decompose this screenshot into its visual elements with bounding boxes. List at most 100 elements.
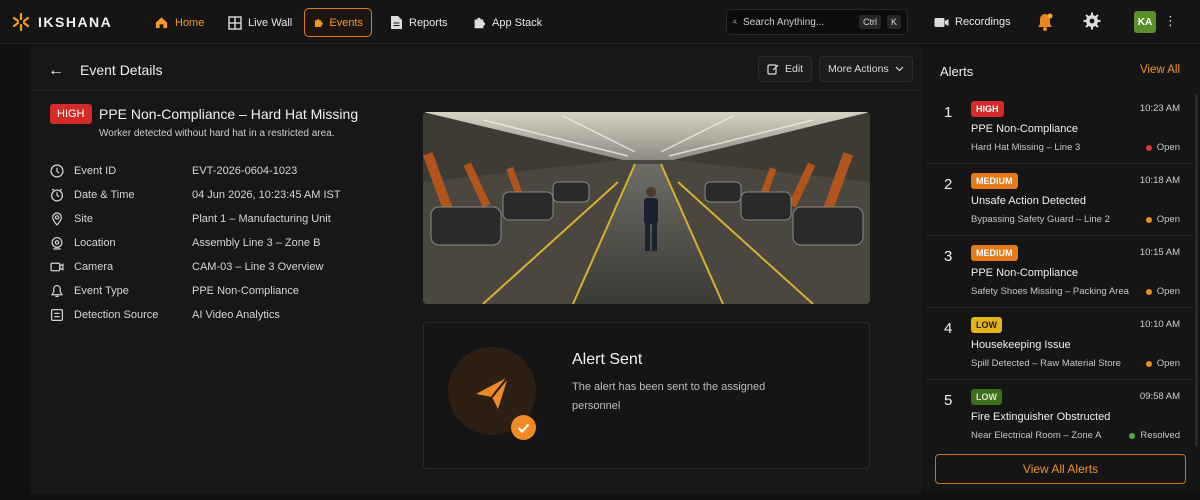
page-title: Event Details bbox=[80, 62, 163, 78]
detail-value: Plant 1 – Manufacturing Unit bbox=[192, 213, 331, 225]
alert-time: 10:15 AM bbox=[1139, 247, 1180, 258]
alert-number: 2 bbox=[944, 176, 953, 193]
tag-icon bbox=[51, 284, 63, 298]
alert-time: 09:58 AM bbox=[1139, 391, 1180, 402]
detail-row-location: Location Assembly Line 3 – Zone B bbox=[50, 235, 320, 251]
alert-list-item[interactable]: 3 MEDIUM 10:15 AM PPE Non-Compliance Saf… bbox=[926, 238, 1194, 308]
alerts-title: Alerts bbox=[940, 64, 974, 79]
nav-live-wall[interactable]: Live Wall bbox=[220, 8, 300, 37]
event-description: Worker detected without hard hat in a re… bbox=[99, 128, 335, 139]
search-input[interactable] bbox=[742, 16, 853, 28]
nav-events[interactable]: Events bbox=[304, 8, 372, 37]
detail-value: CAM-03 – Line 3 Overview bbox=[192, 261, 324, 273]
more-actions-button[interactable]: More Actions bbox=[819, 56, 913, 82]
alert-status: Open bbox=[1145, 358, 1180, 369]
view-all-alerts-button[interactable]: View All Alerts bbox=[935, 454, 1186, 484]
clock-icon bbox=[50, 188, 64, 202]
edit-icon bbox=[767, 64, 779, 75]
alert-list-item[interactable]: 1 HIGH 10:23 AM PPE Non-Compliance Hard … bbox=[926, 94, 1194, 164]
search-box[interactable]: Ctrl K bbox=[726, 9, 908, 35]
alert-time: 10:18 AM bbox=[1139, 175, 1180, 186]
event-snapshot-image[interactable] bbox=[423, 112, 870, 304]
alert-status-label: Open bbox=[1156, 214, 1180, 225]
detail-row-event-id: Event ID EVT-2026-0604-1023 bbox=[50, 163, 297, 179]
severity-badge: HIGH bbox=[50, 104, 92, 124]
alert-title: Housekeeping Issue bbox=[971, 339, 1071, 351]
severity-badge: LOW bbox=[971, 389, 1002, 405]
alert-subtitle: Hard Hat Missing – Line 3 bbox=[971, 142, 1081, 153]
home-icon bbox=[155, 17, 168, 29]
back-arrow-icon[interactable]: ← bbox=[48, 62, 64, 80]
gear-icon[interactable] bbox=[1083, 12, 1101, 30]
alert-title: PPE Non-Compliance bbox=[971, 123, 1078, 135]
detail-label: Event ID bbox=[74, 165, 117, 177]
alert-list-item[interactable]: 4 LOW 10:10 AM Housekeeping Issue Spill … bbox=[926, 310, 1194, 380]
alert-status: Open bbox=[1145, 286, 1180, 297]
alert-card-title: Alert Sent bbox=[572, 351, 643, 368]
detail-row-camera: Camera CAM-03 – Line 3 Overview bbox=[50, 259, 323, 275]
status-dot bbox=[1145, 288, 1152, 295]
chevron-down-icon bbox=[895, 66, 904, 72]
status-dot bbox=[1145, 216, 1152, 223]
nav-reports[interactable]: Reports bbox=[382, 8, 456, 37]
detail-label: Detection Source bbox=[74, 309, 159, 321]
alert-subtitle: Spill Detected – Raw Material Store bbox=[971, 358, 1121, 369]
video-camera-icon bbox=[934, 17, 949, 27]
detail-value: Assembly Line 3 – Zone B bbox=[192, 237, 321, 249]
nav-app-stack[interactable]: App Stack bbox=[464, 8, 550, 37]
top-nav: IKSHANA Home Live Wall Events Reports Ap… bbox=[0, 0, 1200, 44]
detail-label: Camera bbox=[74, 261, 114, 273]
severity-badge: MEDIUM bbox=[971, 245, 1018, 261]
alert-time: 10:10 AM bbox=[1139, 319, 1180, 330]
more-actions-label: More Actions bbox=[828, 63, 889, 75]
detail-label: Date & Time bbox=[74, 189, 135, 201]
search-icon bbox=[733, 20, 737, 24]
detail-value: AI Video Analytics bbox=[192, 309, 280, 321]
check-icon bbox=[511, 415, 536, 440]
nav-home[interactable]: Home bbox=[146, 8, 212, 37]
nav-events-label: Events bbox=[329, 16, 363, 29]
alert-sent-card: Alert Sent The alert has been sent to th… bbox=[423, 322, 870, 469]
severity-badge: LOW bbox=[971, 317, 1002, 333]
alert-subtitle: Near Electrical Room – Zone A bbox=[971, 430, 1102, 441]
detail-row-detection-source: Detection Source AI Video Analytics bbox=[50, 307, 280, 323]
alert-time: 10:23 AM bbox=[1139, 103, 1180, 114]
detail-label: Event Type bbox=[74, 285, 129, 297]
avatar[interactable]: KA bbox=[1134, 11, 1156, 33]
edit-button[interactable]: Edit bbox=[758, 56, 813, 82]
alert-list-item[interactable]: 5 LOW 09:58 AM Fire Extinguisher Obstruc… bbox=[926, 382, 1194, 452]
alert-title: PPE Non-Compliance bbox=[971, 267, 1078, 279]
header-divider bbox=[30, 90, 923, 91]
status-dot bbox=[1145, 144, 1152, 151]
alert-number: 5 bbox=[944, 392, 953, 409]
alert-status: Open bbox=[1145, 214, 1180, 225]
alert-subtitle: Safety Shoes Missing – Packing Area bbox=[971, 286, 1129, 297]
alert-status-label: Open bbox=[1156, 358, 1180, 369]
shortcut-key: K bbox=[886, 15, 901, 29]
logo-icon bbox=[12, 12, 30, 32]
detail-value: EVT-2026-0604-1023 bbox=[192, 165, 298, 177]
shortcut-ctrl: Ctrl bbox=[858, 15, 881, 29]
severity-badge: HIGH bbox=[971, 101, 1004, 117]
alert-list-item[interactable]: 2 MEDIUM 10:18 AM Unsafe Action Detected… bbox=[926, 166, 1194, 236]
recordings-label: Recordings bbox=[955, 16, 1011, 28]
alerts-scrollbar[interactable] bbox=[1195, 94, 1198, 446]
alert-status-label: Resolved bbox=[1140, 430, 1180, 441]
info-icon bbox=[50, 164, 64, 178]
event-details-panel: ← Event Details Edit More Actions HIGH P… bbox=[30, 46, 923, 494]
detail-row-site: Site Plant 1 – Manufacturing Unit bbox=[50, 211, 331, 227]
recordings-button[interactable]: Recordings bbox=[934, 8, 1011, 36]
kebab-menu-icon[interactable]: ⋮ bbox=[1164, 14, 1177, 28]
puzzle-icon bbox=[314, 18, 323, 27]
app-name: IKSHANA bbox=[38, 14, 113, 30]
app-logo[interactable]: IKSHANA bbox=[12, 12, 112, 32]
view-all-link[interactable]: View All bbox=[1140, 64, 1180, 76]
alert-number: 3 bbox=[944, 248, 953, 265]
bell-icon[interactable] bbox=[1036, 12, 1054, 32]
detail-row-date-time: Date & Time 04 Jun 2026, 10:23:45 AM IST bbox=[50, 187, 341, 203]
alert-subtitle: Bypassing Safety Guard – Line 2 bbox=[971, 214, 1110, 225]
nav-live-wall-label: Live Wall bbox=[248, 16, 293, 29]
event-title: PPE Non-Compliance – Hard Hat Missing bbox=[99, 106, 359, 122]
detail-value: PPE Non-Compliance bbox=[192, 285, 299, 297]
status-dot bbox=[1145, 360, 1152, 367]
